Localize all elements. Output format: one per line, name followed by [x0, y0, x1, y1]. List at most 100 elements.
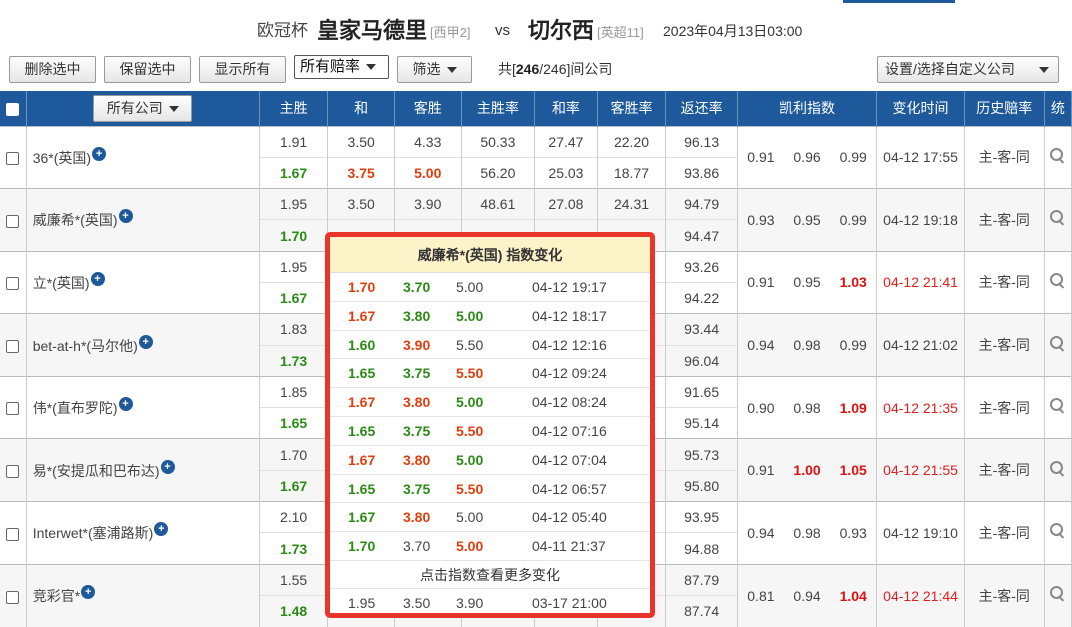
history-odds-link[interactable]: 主-客-同 [964, 313, 1045, 377]
row-checkbox[interactable] [6, 214, 20, 228]
stats-cell[interactable] [1044, 438, 1072, 502]
more-changes-link[interactable]: 点击指数查看更多变化 [330, 561, 650, 589]
magnifier-icon[interactable] [1049, 272, 1066, 289]
magnifier-icon[interactable] [1049, 523, 1066, 539]
initial-odds-away[interactable]: 3.90 [394, 188, 462, 220]
company-name[interactable]: Interwet*(塞浦路斯) [33, 525, 154, 541]
company-cell[interactable]: Interwet*(塞浦路斯) + [26, 501, 260, 565]
show-all-button[interactable]: 显示所有 [199, 56, 286, 83]
row-checkbox-cell[interactable] [0, 438, 27, 502]
magnifier-icon[interactable] [1049, 586, 1066, 602]
stats-cell[interactable] [1044, 250, 1072, 314]
odds-type-select[interactable]: 所有赔率 [294, 55, 389, 79]
home-team-name[interactable]: 皇家马德里 [317, 14, 427, 48]
row-checkbox-cell[interactable] [0, 375, 27, 439]
row-checkbox-cell[interactable] [0, 563, 27, 627]
live-odds-home[interactable]: 1.67 [259, 469, 329, 502]
company-name[interactable]: 36*(英国) [33, 150, 91, 166]
company-name[interactable]: 竞彩官* [33, 588, 80, 604]
live-odds-draw[interactable]: 3.75 [327, 156, 395, 189]
magnifier-icon[interactable] [1049, 147, 1066, 164]
company-cell[interactable]: 威廉希*(英国) + [26, 188, 260, 252]
initial-odds-home[interactable]: 1.83 [259, 313, 329, 346]
live-odds-home[interactable]: 1.67 [259, 281, 329, 314]
live-odds-home[interactable]: 1.65 [259, 407, 329, 439]
change-time: 04-12 19:18 [876, 188, 965, 252]
filter-button[interactable]: 筛选 [397, 56, 472, 83]
magnifier-icon[interactable] [1049, 398, 1066, 414]
company-name[interactable]: 伟*(直布罗陀) [33, 400, 118, 416]
company-name[interactable]: 威廉希*(英国) [33, 212, 118, 228]
add-company-icon[interactable]: + [138, 334, 153, 349]
live-odds-home[interactable]: 1.73 [259, 532, 329, 565]
all-companies-dropdown[interactable]: 所有公司 [93, 94, 193, 122]
history-odds-link[interactable]: 主-客-同 [964, 563, 1045, 627]
row-checkbox[interactable] [6, 339, 20, 353]
magnifier-icon[interactable] [1049, 460, 1066, 477]
delete-selected-button[interactable]: 删除选中 [9, 56, 96, 83]
history-odds-link[interactable]: 主-客-同 [964, 188, 1045, 252]
company-cell[interactable]: bet-at-h*(马尔他) + [26, 313, 260, 377]
history-odds-link[interactable]: 主-客-同 [964, 438, 1045, 502]
row-checkbox[interactable] [6, 277, 20, 291]
stats-cell[interactable] [1044, 563, 1072, 627]
add-company-icon[interactable]: + [92, 146, 107, 161]
add-company-icon[interactable]: + [118, 209, 133, 224]
initial-odds-home[interactable]: 1.70 [259, 438, 329, 471]
stats-cell[interactable] [1044, 375, 1072, 439]
row-checkbox[interactable] [6, 465, 20, 479]
row-checkbox[interactable] [6, 527, 20, 541]
live-odds-away[interactable]: 5.00 [394, 156, 462, 189]
company-cell[interactable]: 36*(英国) + [26, 125, 260, 189]
history-odds-link[interactable]: 主-客-同 [964, 250, 1045, 314]
away-team-name[interactable]: 切尔西 [528, 14, 594, 48]
select-all-checkbox[interactable] [6, 103, 20, 117]
add-company-icon[interactable]: + [160, 459, 175, 474]
initial-odds-home[interactable]: 1.95 [259, 188, 329, 220]
keep-selected-button[interactable]: 保留选中 [104, 56, 191, 83]
initial-rate-home: 48.61 [461, 188, 536, 220]
settings-company-button[interactable]: 设置/选择自定义公司 [877, 56, 1059, 83]
history-odds-link[interactable]: 主-客-同 [964, 125, 1045, 189]
initial-odds-home[interactable]: 1.55 [259, 563, 329, 596]
row-checkbox[interactable] [6, 152, 20, 166]
initial-odds-home[interactable]: 1.95 [259, 250, 329, 283]
history-odds-link[interactable]: 主-客-同 [964, 375, 1045, 439]
row-checkbox-cell[interactable] [0, 501, 27, 565]
live-odds-home[interactable]: 1.70 [259, 219, 329, 252]
row-checkbox-cell[interactable] [0, 313, 27, 377]
stats-cell[interactable] [1044, 313, 1072, 377]
company-cell[interactable]: 立*(英国) + [26, 250, 260, 314]
select-all-checkbox-cell[interactable] [0, 91, 27, 126]
row-checkbox-cell[interactable] [0, 250, 27, 314]
add-company-icon[interactable]: + [90, 271, 105, 286]
initial-odds-draw[interactable]: 3.50 [327, 125, 395, 158]
initial-odds-home[interactable]: 2.10 [259, 501, 329, 533]
row-checkbox[interactable] [6, 590, 20, 604]
history-odds-link[interactable]: 主-客-同 [964, 501, 1045, 565]
magnifier-icon[interactable] [1049, 335, 1066, 352]
company-cell[interactable]: 竞彩官* + [26, 563, 260, 627]
company-cell[interactable]: 伟*(直布罗陀) + [26, 375, 260, 439]
company-cell[interactable]: 易*(安提瓜和巴布达) + [26, 438, 260, 502]
initial-odds-home[interactable]: 1.85 [259, 375, 329, 408]
add-company-icon[interactable]: + [154, 522, 169, 537]
stats-cell[interactable] [1044, 125, 1072, 189]
company-name[interactable]: bet-at-h*(马尔他) [33, 338, 138, 354]
add-company-icon[interactable]: + [118, 397, 133, 412]
initial-odds-home[interactable]: 1.91 [259, 125, 329, 158]
stats-cell[interactable] [1044, 501, 1072, 565]
row-checkbox-cell[interactable] [0, 125, 27, 189]
company-name[interactable]: 易*(安提瓜和巴布达) [33, 463, 160, 479]
live-odds-home[interactable]: 1.67 [259, 156, 329, 189]
stats-cell[interactable] [1044, 188, 1072, 252]
initial-odds-away[interactable]: 4.33 [394, 125, 462, 158]
row-checkbox-cell[interactable] [0, 188, 27, 252]
live-odds-home[interactable]: 1.48 [259, 594, 329, 627]
magnifier-icon[interactable] [1049, 210, 1066, 226]
add-company-icon[interactable]: + [81, 585, 96, 600]
initial-odds-draw[interactable]: 3.50 [327, 188, 395, 220]
live-odds-home[interactable]: 1.73 [259, 344, 329, 377]
row-checkbox[interactable] [6, 402, 20, 416]
company-name[interactable]: 立*(英国) [33, 275, 90, 291]
